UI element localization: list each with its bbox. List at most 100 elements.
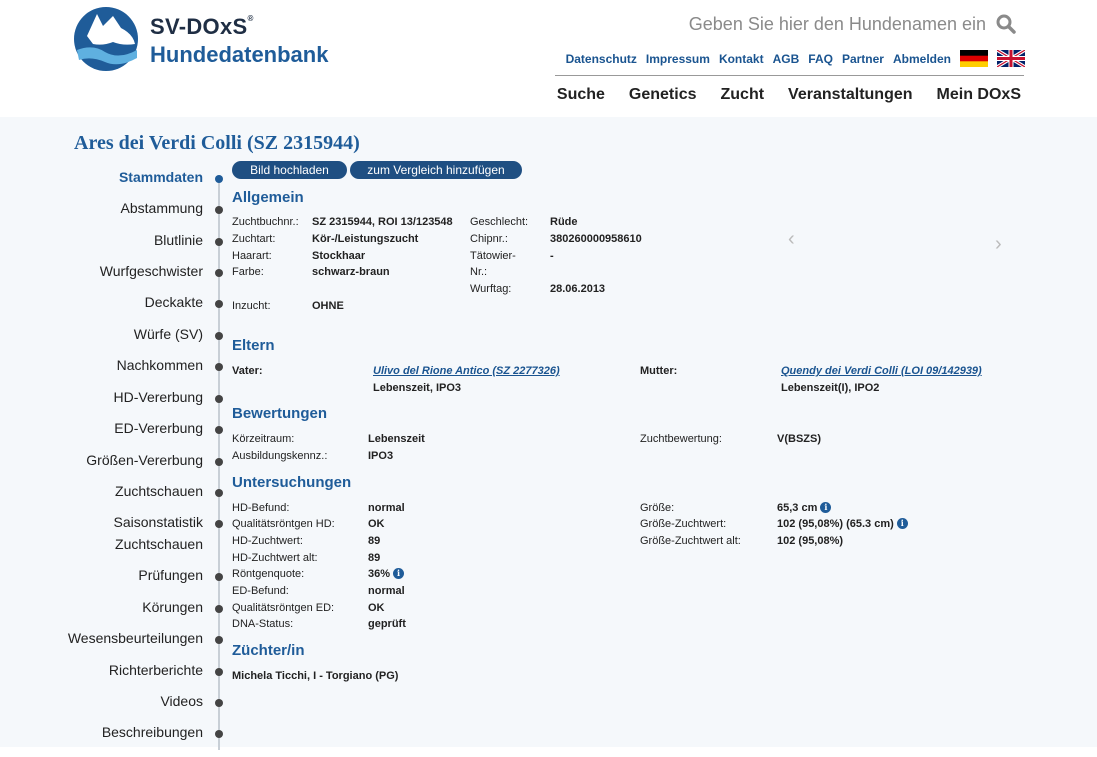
sidebar-dot xyxy=(215,363,223,371)
sidebar-dot xyxy=(215,175,223,183)
nav-veranstaltungen[interactable]: Veranstaltungen xyxy=(788,86,912,104)
sidebar-item-videos[interactable]: Videos xyxy=(160,693,203,709)
logo-subtitle: Hundedatenbank xyxy=(150,42,329,67)
label-vater: Vater: xyxy=(232,365,263,377)
nav-genetics[interactable]: Genetics xyxy=(629,86,697,104)
german-flag-icon[interactable] xyxy=(960,50,988,67)
value-groesse-zuchtwert-alt: 102 (95,08%) xyxy=(777,535,844,547)
sidebar-item-stammdaten[interactable]: Stammdaten xyxy=(119,169,203,185)
sidebar-dot xyxy=(215,269,223,277)
label-hd-befund: HD-Befund: xyxy=(232,502,290,514)
nav-mein-doxs[interactable]: Mein DOxS xyxy=(937,86,1021,104)
link-impressum[interactable]: Impressum xyxy=(646,52,710,66)
logo-title: SV-DOxS® xyxy=(150,14,254,39)
value-koerzeitraum: Lebenszeit xyxy=(368,433,425,445)
label-farbe: Farbe: xyxy=(232,266,264,278)
value-ed-befund: normal xyxy=(368,585,405,597)
sidebar-item-richterberichte[interactable]: Richterberichte xyxy=(109,662,203,678)
sidebar-dot xyxy=(215,699,223,707)
value-dna-status: geprüft xyxy=(368,618,406,630)
value-roentgenquote-wrap: 36% i xyxy=(368,568,405,580)
carousel-next-icon[interactable]: › xyxy=(995,233,1002,256)
label-qual-hd: Qualitätsröntgen HD: xyxy=(232,518,335,530)
uk-flag-icon[interactable] xyxy=(997,50,1025,67)
value-haarart: Stockhaar xyxy=(312,250,366,262)
label-taetowier: Tätowier- xyxy=(470,250,516,262)
sidebar-dot xyxy=(215,395,223,403)
search-box[interactable]: Geben Sie hier den Hundenamen ein xyxy=(689,12,1020,38)
label-wurftag: Wurftag: xyxy=(470,283,512,295)
label-qual-ed: Qualitätsröntgen ED: xyxy=(232,602,335,614)
value-ausbildung: IPO3 xyxy=(368,450,394,462)
sidebar-item-nachkommen[interactable]: Nachkommen xyxy=(117,357,203,373)
link-agb[interactable]: AGB xyxy=(773,52,800,66)
carousel-prev-icon[interactable]: ‹ xyxy=(788,228,795,251)
value-vater-info: Lebenszeit, IPO3 xyxy=(373,382,462,394)
sidebar-item-ed-vererbung[interactable]: ED-Vererbung xyxy=(114,420,203,436)
section-title-untersuchungen: Untersuchungen xyxy=(232,474,352,491)
label-zuchtbuchnr: Zuchtbuchnr.: xyxy=(232,216,299,228)
sidebar-item-abstammung[interactable]: Abstammung xyxy=(121,200,203,216)
label-zuchtbewertung: Zuchtbewertung: xyxy=(640,433,722,445)
header: SV-DOxS® Hundedatenbank Geben Sie hier d… xyxy=(0,0,1097,117)
sidebar-dot xyxy=(215,573,223,581)
sidebar-dot xyxy=(215,605,223,613)
value-hd-zuchtwert-alt: 89 xyxy=(368,552,381,564)
value-zuchtbewertung: V(BSZS) xyxy=(777,433,821,445)
label-mutter: Mutter: xyxy=(640,365,678,377)
info-icon[interactable]: i xyxy=(393,568,405,579)
search-icon[interactable] xyxy=(996,14,1016,34)
value-hd-zuchtwert: 89 xyxy=(368,535,381,547)
value-zuechter-name: Michela Ticchi, I - Torgiano (PG) xyxy=(232,670,399,682)
main-nav: Suche Genetics Zucht Veranstaltungen Mei… xyxy=(557,86,1021,104)
sidebar-item-saisonstatistik[interactable]: Saisonstatistik xyxy=(114,514,203,530)
link-vater[interactable]: Ulivo del Rione Antico (SZ 2277326) xyxy=(373,365,560,377)
info-icon[interactable]: i xyxy=(820,502,832,513)
search-input[interactable]: Geben Sie hier den Hundenamen ein xyxy=(689,14,986,35)
sidebar-item-pruefungen[interactable]: Prüfungen xyxy=(138,567,203,583)
sidebar-item-saison-zuchtschauen[interactable]: Zuchtschauen xyxy=(115,536,203,552)
link-mutter[interactable]: Quendy dei Verdi Colli (LOI 09/142939) xyxy=(781,365,982,377)
sidebar-item-beschreibungen[interactable]: Beschreibungen xyxy=(102,724,203,740)
sidebar-item-koerungen[interactable]: Körungen xyxy=(142,599,203,615)
link-abmelden[interactable]: Abmelden xyxy=(893,52,951,66)
link-faq[interactable]: FAQ xyxy=(808,52,833,66)
label-taetowier-nr: Nr.: xyxy=(470,266,488,278)
value-zuchtbuchnr: SZ 2315944, ROI 13/123548 xyxy=(312,216,453,228)
label-groesse: Größe: xyxy=(640,502,675,514)
sidebar-dot xyxy=(215,489,223,497)
label-koerzeitraum: Körzeitraum: xyxy=(232,433,295,445)
value-farbe: schwarz-braun xyxy=(312,266,390,278)
value-qual-hd: OK xyxy=(368,518,385,530)
top-links: Datenschutz Impressum Kontakt AGB FAQ Pa… xyxy=(566,50,1025,67)
logo[interactable]: SV-DOxS® Hundedatenbank xyxy=(73,6,333,72)
value-groesse-wrap: 65,3 cm i xyxy=(777,502,832,514)
value-hd-befund: normal xyxy=(368,502,405,514)
link-partner[interactable]: Partner xyxy=(842,52,884,66)
sidebar-item-zuchtschauen[interactable]: Zuchtschauen xyxy=(115,483,203,499)
sidebar-item-wesensbeurteilungen[interactable]: Wesensbeurteilungen xyxy=(68,630,203,646)
upload-image-button[interactable]: Bild hochladen xyxy=(232,161,347,179)
value-mutter-info: Lebenszeit(I), IPO2 xyxy=(781,382,880,394)
nav-zucht[interactable]: Zucht xyxy=(721,86,765,104)
sidebar-item-wurfgeschwister[interactable]: Wurfgeschwister xyxy=(100,263,203,279)
label-zuchtart: Zuchtart: xyxy=(232,233,276,245)
info-icon[interactable]: i xyxy=(896,518,908,529)
value-groesse-zuchtwert: 102 (95,08%) (65.3 cm) xyxy=(777,518,894,530)
sidebar-dot xyxy=(215,426,223,434)
label-ed-befund: ED-Befund: xyxy=(232,585,289,597)
nav-suche[interactable]: Suche xyxy=(557,86,605,104)
link-kontakt[interactable]: Kontakt xyxy=(719,52,764,66)
sidebar-item-deckakte[interactable]: Deckakte xyxy=(145,294,203,310)
label-geschlecht: Geschlecht: xyxy=(470,216,529,228)
section-title-eltern: Eltern xyxy=(232,337,275,354)
sidebar-dot xyxy=(215,332,223,340)
label-groesse-zuchtwert-alt: Größe-Zuchtwert alt: xyxy=(640,535,741,547)
sidebar-item-groessen-vererbung[interactable]: Größen-Vererbung xyxy=(86,452,203,468)
link-datenschutz[interactable]: Datenschutz xyxy=(566,52,637,66)
add-to-compare-button[interactable]: zum Vergleich hinzufügen xyxy=(350,161,522,179)
sidebar-item-wuerfe[interactable]: Würfe (SV) xyxy=(134,326,203,342)
sidebar-item-blutlinie[interactable]: Blutlinie xyxy=(154,232,203,248)
sidebar-item-hd-vererbung[interactable]: HD-Vererbung xyxy=(114,389,204,405)
value-chipnr: 380260000958610 xyxy=(550,233,642,245)
